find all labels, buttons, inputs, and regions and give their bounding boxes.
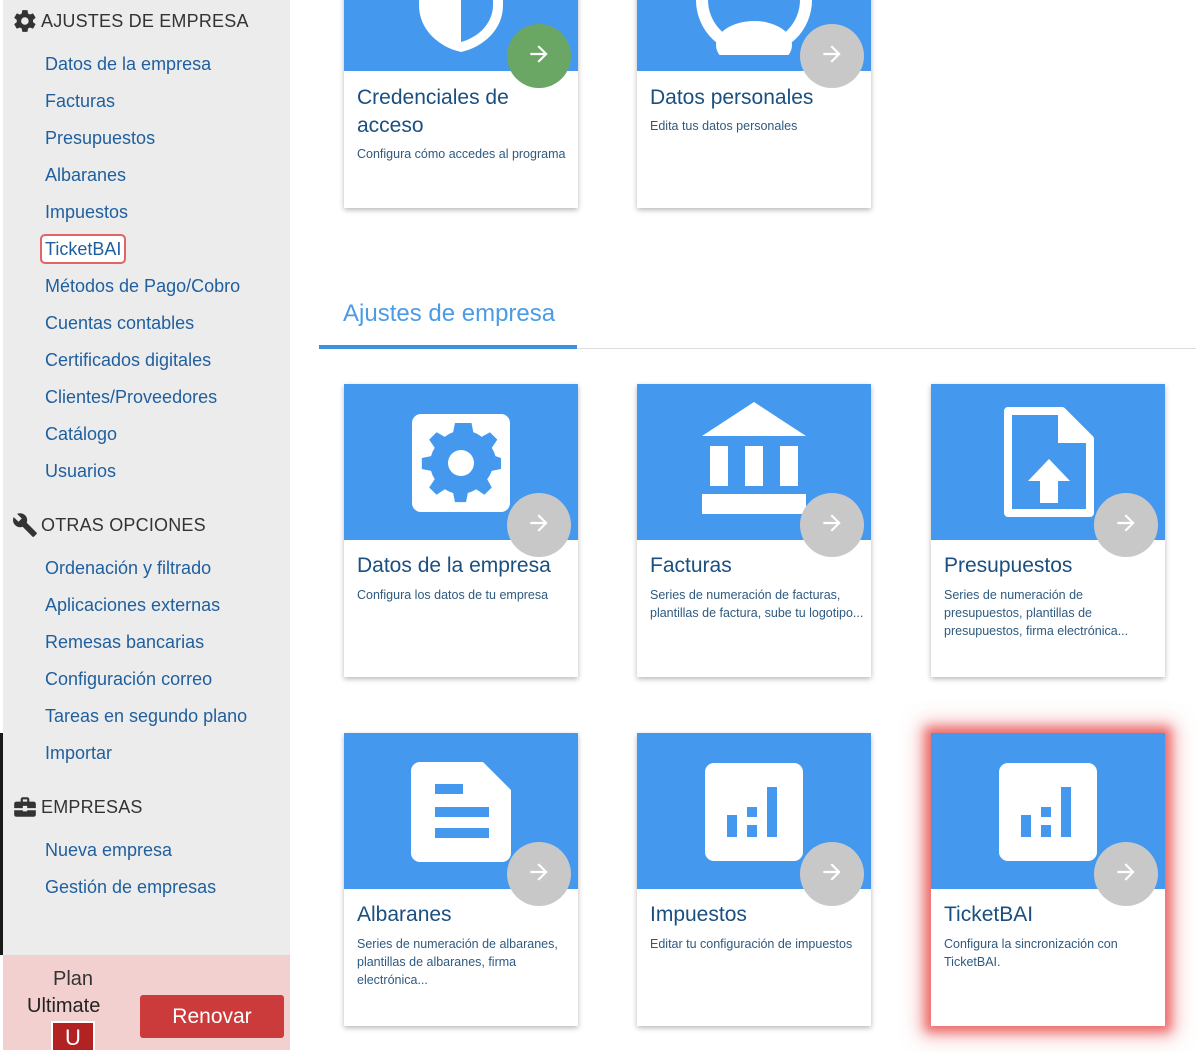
bar-chart-icon [999,763,1097,866]
card-title: Presupuestos [944,554,1073,577]
card-description: Configura cómo accedes al programa [357,147,566,161]
sidebar-item-importar[interactable]: Importar [45,740,112,766]
card-title: Credenciales de acceso [357,86,509,137]
plan-badge: U [51,1021,95,1050]
card-arrow-button[interactable] [507,24,571,88]
arrow-right-icon [1113,859,1139,890]
card-title: Facturas [650,554,732,577]
sidebar-item-certificados[interactable]: Certificados digitales [45,347,211,373]
card-title: Albaranes [357,903,452,926]
gear-icon [411,413,511,518]
sidebar-item-metodos-pago[interactable]: Métodos de Pago/Cobro [45,273,240,299]
document-lines-icon [411,762,511,867]
renew-button[interactable]: Renovar [140,995,284,1038]
card-arrow-button[interactable] [800,24,864,88]
sidebar-item-impuestos[interactable]: Impuestos [45,199,128,225]
card-description: Configura los datos de tu empresa [357,588,549,602]
sidebar-edge [0,733,3,955]
shield-icon [411,0,511,60]
arrow-right-icon [526,510,552,541]
sidebar-item-aplicaciones[interactable]: Aplicaciones externas [45,592,220,618]
arrow-right-icon [1113,510,1139,541]
sidebar-item-cuentas-contables[interactable]: Cuentas contables [45,310,194,336]
card-facturas[interactable]: Facturas Series de numeración de factura… [637,384,871,677]
card-description: Series de numeración de albaranes, plant… [357,937,558,987]
sidebar-item-catalogo[interactable]: Catálogo [45,421,117,447]
sidebar-item-ordenacion[interactable]: Ordenación y filtrado [45,555,211,581]
card-title: Datos personales [650,86,814,109]
user-icon [694,0,814,69]
section-header-otras: OTRAS OPCIONES [9,512,206,538]
section-title: AJUSTES DE EMPRESA [41,10,249,31]
card-description: Series de numeración de facturas, planti… [650,588,864,620]
arrow-right-icon [819,510,845,541]
card-arrow-button[interactable] [507,842,571,906]
card-arrow-button[interactable] [800,493,864,557]
sidebar-item-clientes-proveedores[interactable]: Clientes/Proveedores [45,384,217,410]
arrow-right-icon [819,859,845,890]
main-content: Credenciales de acceso Configura cómo ac… [290,0,1196,1050]
plan-box: Plan Ultimate U Renovar [3,955,293,1050]
card-title: Datos de la empresa [357,554,551,577]
card-arrow-button[interactable] [507,493,571,557]
card-datos-personales[interactable]: Datos personales Edita tus datos persona… [637,0,871,208]
sidebar-item-ticketbai[interactable]: TicketBAI [39,234,127,264]
sidebar-item-datos-empresa[interactable]: Datos de la empresa [45,51,211,77]
section-tab-ajustes[interactable]: Ajustes de empresa [343,300,555,328]
arrow-right-icon [526,859,552,890]
section-header-empresas: EMPRESAS [9,794,143,820]
sidebar-item-facturas[interactable]: Facturas [45,88,115,114]
sidebar-item-usuarios[interactable]: Usuarios [45,458,116,484]
sidebar: AJUSTES DE EMPRESA Datos de la empresa F… [0,0,293,1050]
card-description: Configura la sincronización con TicketBA… [944,937,1118,969]
arrow-right-icon [526,41,552,72]
plan-name: Ultimate [27,995,101,1017]
wrench-icon [9,512,41,538]
briefcase-icon [9,794,41,820]
section-tab-underline [319,345,577,349]
card-description: Series de numeración de presupuestos, pl… [944,588,1129,638]
sidebar-item-nueva-empresa[interactable]: Nueva empresa [45,837,172,863]
sidebar-item-albaranes[interactable]: Albaranes [45,162,126,188]
card-arrow-button[interactable] [800,842,864,906]
card-presupuestos[interactable]: Presupuestos Series de numeración de pre… [931,384,1165,677]
card-albaranes[interactable]: Albaranes Series de numeración de albara… [344,733,578,1026]
sidebar-item-remesas[interactable]: Remesas bancarias [45,629,204,655]
card-arrow-button[interactable] [1094,493,1158,557]
sidebar-item-presupuestos[interactable]: Presupuestos [45,125,155,151]
section-title: OTRAS OPCIONES [41,514,206,535]
card-arrow-button[interactable] [1094,842,1158,906]
card-ticketbai[interactable]: TicketBAI Configura la sincronización co… [931,733,1165,1026]
card-credenciales[interactable]: Credenciales de acceso Configura cómo ac… [344,0,578,208]
section-title: EMPRESAS [41,796,143,817]
bank-icon [700,402,808,523]
bar-chart-icon [705,763,803,866]
sidebar-item-correo[interactable]: Configuración correo [45,666,212,692]
card-description: Editar tu configuración de impuestos [650,937,853,951]
card-title: TicketBAI [944,903,1034,926]
card-impuestos[interactable]: Impuestos Editar tu configuración de imp… [637,733,871,1026]
section-header-ajustes: AJUSTES DE EMPRESA [9,8,249,34]
card-title: Impuestos [650,903,747,926]
plan-label: Plan [53,968,94,990]
card-description: Edita tus datos personales [650,119,798,133]
sidebar-item-gestion-empresas[interactable]: Gestión de empresas [45,874,216,900]
sidebar-item-tareas[interactable]: Tareas en segundo plano [45,703,247,729]
gear-icon [9,8,41,34]
arrow-right-icon [819,41,845,72]
document-upload-icon [1004,407,1094,522]
card-datos-empresa[interactable]: Datos de la empresa Configura los datos … [344,384,578,677]
